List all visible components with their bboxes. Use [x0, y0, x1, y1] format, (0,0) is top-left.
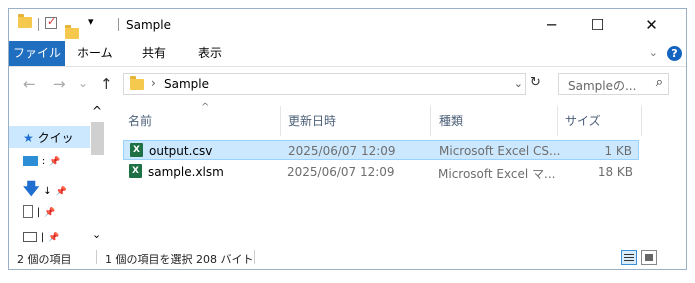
qa-customize-dropdown-icon[interactable]: ▾	[88, 15, 94, 28]
sidebar-item-desktop[interactable]: : 📌	[23, 153, 60, 167]
column-divider[interactable]	[557, 106, 558, 136]
desktop-icon	[23, 155, 38, 166]
title-separator	[118, 18, 119, 31]
ribbon-collapse-icon[interactable]: ⌄	[649, 46, 658, 59]
status-selection: 1 個の項目を選択	[105, 253, 193, 266]
column-divider[interactable]	[641, 106, 642, 136]
details-view-button[interactable]	[621, 250, 637, 265]
navpane-scrollbar[interactable]: ^ ⌄	[90, 102, 105, 245]
tab-view[interactable]: 表示	[198, 41, 222, 66]
column-divider[interactable]	[430, 106, 431, 136]
qa-separator	[38, 18, 39, 31]
column-header-size[interactable]: サイズ	[565, 112, 601, 129]
sidebar-item-label: |	[36, 207, 41, 218]
sidebar-item-label: ↓	[43, 186, 52, 197]
scroll-thumb[interactable]	[91, 122, 104, 155]
help-icon[interactable]: ?	[667, 46, 682, 61]
address-bar[interactable]: › Sample ⌄	[123, 73, 526, 95]
navigation-pane: ★ クイッ : 📌 🡇 ↓ 📌 | 📌 | 📌 ^ ⌄	[9, 102, 105, 245]
pin-icon[interactable]: 📌	[49, 157, 60, 167]
file-size: 18 KB	[597, 165, 633, 179]
column-header-date[interactable]: 更新日時	[288, 112, 336, 129]
search-input[interactable]: Sampleの...	[568, 77, 636, 94]
column-divider[interactable]	[280, 106, 281, 136]
sidebar-item-pictures[interactable]: | 📌	[23, 229, 59, 243]
folder-icon	[130, 76, 144, 90]
large-icons-view-button[interactable]	[641, 250, 657, 265]
sidebar-item-label: :	[41, 156, 46, 167]
ribbon: ファイル ホーム 共有 表示 ⌄ ?	[9, 41, 686, 67]
excel-xlsm-icon: X	[129, 164, 142, 178]
status-divider	[254, 250, 255, 264]
document-icon	[23, 205, 33, 218]
file-type: Microsoft Excel マ...	[438, 167, 556, 181]
status-selection-size: 208 バイト	[196, 253, 254, 266]
back-button[interactable]: ←	[23, 75, 36, 93]
pictures-icon	[23, 231, 37, 242]
minimize-button[interactable]: ─	[529, 9, 574, 41]
maximize-button[interactable]: ☐	[575, 9, 620, 41]
scroll-up-icon[interactable]: ^	[92, 104, 102, 118]
column-header-name[interactable]: 名前	[128, 112, 152, 129]
window-title: Sample	[126, 18, 171, 32]
status-item-count: 2 個の項目	[17, 253, 72, 266]
status-bar: 2 個の項目 1 個の項目を選択 208 バイト	[9, 247, 686, 269]
sort-indicator-icon: ^	[201, 102, 210, 113]
file-name: sample.xlsm	[148, 165, 224, 179]
file-date: 2025/06/07 12:09	[288, 144, 396, 158]
recent-locations-button[interactable]: ⌄	[78, 76, 88, 90]
new-folder-icon[interactable]	[65, 25, 79, 39]
title-bar: ▾ Sample ─ ☐ ✕	[9, 9, 686, 41]
tab-share[interactable]: 共有	[142, 41, 166, 66]
sidebar-item-downloads[interactable]: 🡇 ↓ 📌	[23, 178, 67, 205]
explorer-window: ▾ Sample ─ ☐ ✕ ファイル ホーム 共有 表示 ⌄ ? ← → ⌄ …	[8, 8, 687, 270]
navigation-bar: ← → ⌄ ↑ › Sample ⌄ ↻ Sampleの... ⌕	[9, 66, 686, 102]
sidebar-item-documents[interactable]: | 📌	[23, 204, 55, 218]
breadcrumb-sample[interactable]: Sample	[164, 77, 209, 91]
file-row-output-csv[interactable]: X output.csv 2025/06/07 12:09 Microsoft …	[123, 140, 639, 160]
sidebar-item-quick-access[interactable]: ★ クイッ	[23, 129, 74, 146]
pin-icon[interactable]: 📌	[48, 233, 59, 243]
pin-icon[interactable]: 📌	[44, 208, 55, 218]
close-button[interactable]: ✕	[629, 9, 674, 41]
scroll-down-icon[interactable]: ⌄	[92, 228, 101, 241]
pin-icon[interactable]: 📌	[56, 187, 67, 197]
excel-csv-icon: X	[130, 143, 143, 157]
search-box[interactable]: Sampleの... ⌕	[558, 73, 669, 95]
download-icon: 🡇	[23, 179, 40, 198]
forward-button[interactable]: →	[53, 75, 66, 93]
file-size: 1 KB	[604, 144, 632, 158]
properties-checkmark-icon[interactable]	[45, 15, 57, 29]
file-row-sample-xlsm[interactable]: X sample.xlsm 2025/06/07 12:09 Microsoft…	[123, 162, 639, 182]
tab-file[interactable]: ファイル	[9, 41, 65, 66]
breadcrumb-arrow-icon[interactable]: ›	[151, 76, 156, 90]
file-date: 2025/06/07 12:09	[287, 165, 395, 179]
search-icon: ⌕	[655, 75, 663, 90]
sidebar-item-label: クイッ	[37, 131, 74, 145]
status-divider	[96, 250, 97, 264]
refresh-icon[interactable]: ↻	[530, 75, 541, 90]
address-dropdown-icon[interactable]: ⌄	[514, 77, 523, 90]
folder-icon	[18, 14, 32, 28]
column-header-type[interactable]: 種類	[439, 112, 463, 129]
sidebar-item-label: |	[40, 232, 45, 243]
up-button[interactable]: ↑	[100, 75, 113, 93]
file-type: Microsoft Excel CS...	[439, 144, 561, 158]
tab-home[interactable]: ホーム	[77, 41, 113, 66]
star-icon: ★	[23, 131, 34, 145]
file-name: output.csv	[149, 144, 213, 158]
